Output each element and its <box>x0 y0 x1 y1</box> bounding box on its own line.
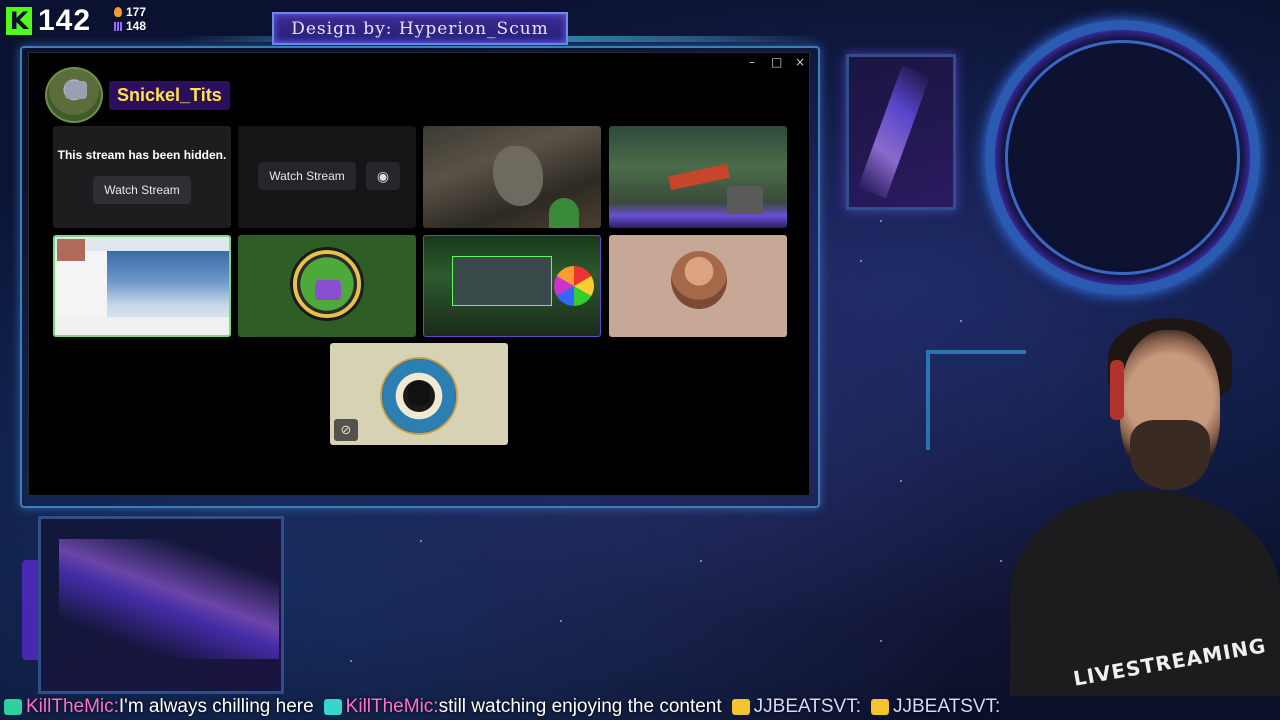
decorative-panel-top-right <box>846 54 956 210</box>
viewers-stat: 148 <box>126 19 147 33</box>
emote-icon <box>323 699 342 715</box>
viewer-stats: 177 148 <box>114 5 146 33</box>
chat-message: still watching enjoying the content <box>438 696 722 717</box>
chat-message: I'm always chilling here <box>118 696 314 717</box>
chat-username: JJBEATSVT: <box>753 696 861 717</box>
streamer-cam-thumbnail <box>549 198 579 228</box>
kick-logo-icon: K <box>6 7 32 35</box>
kick-follower-counter: K 142 <box>6 4 91 38</box>
followers-stat: 177 <box>126 5 147 19</box>
crown-icon <box>870 699 889 715</box>
window-controls: – □ × <box>747 55 805 69</box>
maximize-button[interactable]: □ <box>771 55 782 69</box>
fire-icon <box>114 7 122 17</box>
streamer-name[interactable]: Snickel_Tits <box>109 80 230 110</box>
stream-tile-game[interactable] <box>609 126 787 228</box>
webcam-feed: LIVESTREAMING <box>980 300 1280 696</box>
stream-tile-planet[interactable] <box>53 235 231 337</box>
watch-stream-button[interactable]: Watch Stream <box>258 162 356 190</box>
emote-icon <box>4 699 22 715</box>
chat-username: KillTheMic: <box>26 696 119 717</box>
stream-tile-hidden-hover: Watch Stream ◉ <box>238 126 416 228</box>
streamer-cam-thumbnail <box>727 186 763 214</box>
pepe-avatar-icon <box>290 247 364 321</box>
design-credit-banner: Design by: Hyperion_Scum <box>272 12 568 45</box>
stream-tile-portrait[interactable] <box>609 235 787 337</box>
streamer-cam-thumbnail <box>57 239 85 261</box>
mute-icon[interactable]: ⊘ <box>334 419 358 441</box>
kick-count: 142 <box>38 4 92 37</box>
stream-tile-hidden: This stream has been hidden. Watch Strea… <box>53 126 231 228</box>
stream-thumbnail-panel <box>55 317 229 335</box>
stream-tile-cave[interactable] <box>423 126 601 228</box>
stream-thumbnail <box>55 251 107 321</box>
stream-thumbnail <box>668 163 730 191</box>
eye-icon[interactable]: ◉ <box>366 162 400 190</box>
avatar[interactable] <box>45 67 103 123</box>
hidden-message: This stream has been hidden. <box>57 148 227 162</box>
stream-tile-seal[interactable]: ⊘ <box>330 343 508 445</box>
chat-ticker: KillTheMic: I'm always chilling here Kil… <box>0 694 1280 720</box>
stream-tile-pepe[interactable] <box>238 235 416 337</box>
decorative-panel-bottom-left <box>38 516 284 694</box>
chat-username: KillTheMic: <box>345 696 439 717</box>
streamer-header: Snickel_Tits <box>45 67 230 123</box>
stream-thumbnail <box>452 256 552 306</box>
prize-wheel-icon <box>554 266 594 306</box>
multistream-window: – □ × Snickel_Tits This stream has been … <box>28 52 810 496</box>
bars-icon <box>114 21 122 31</box>
webcam-beard <box>1130 420 1210 490</box>
headset-icon <box>1110 360 1124 420</box>
decorative-ring-inner <box>1005 40 1240 275</box>
chat-username: JJBEATSVT: <box>892 696 1001 717</box>
close-button[interactable]: × <box>795 55 805 69</box>
crown-icon <box>731 699 750 715</box>
watch-stream-button[interactable]: Watch Stream <box>93 176 191 204</box>
stream-tile-wheel[interactable] <box>423 235 601 337</box>
stream-thumbnail <box>493 146 543 206</box>
portrait-avatar-icon <box>671 251 727 309</box>
minimize-button[interactable]: – <box>747 55 757 69</box>
seal-logo-icon <box>380 357 458 435</box>
